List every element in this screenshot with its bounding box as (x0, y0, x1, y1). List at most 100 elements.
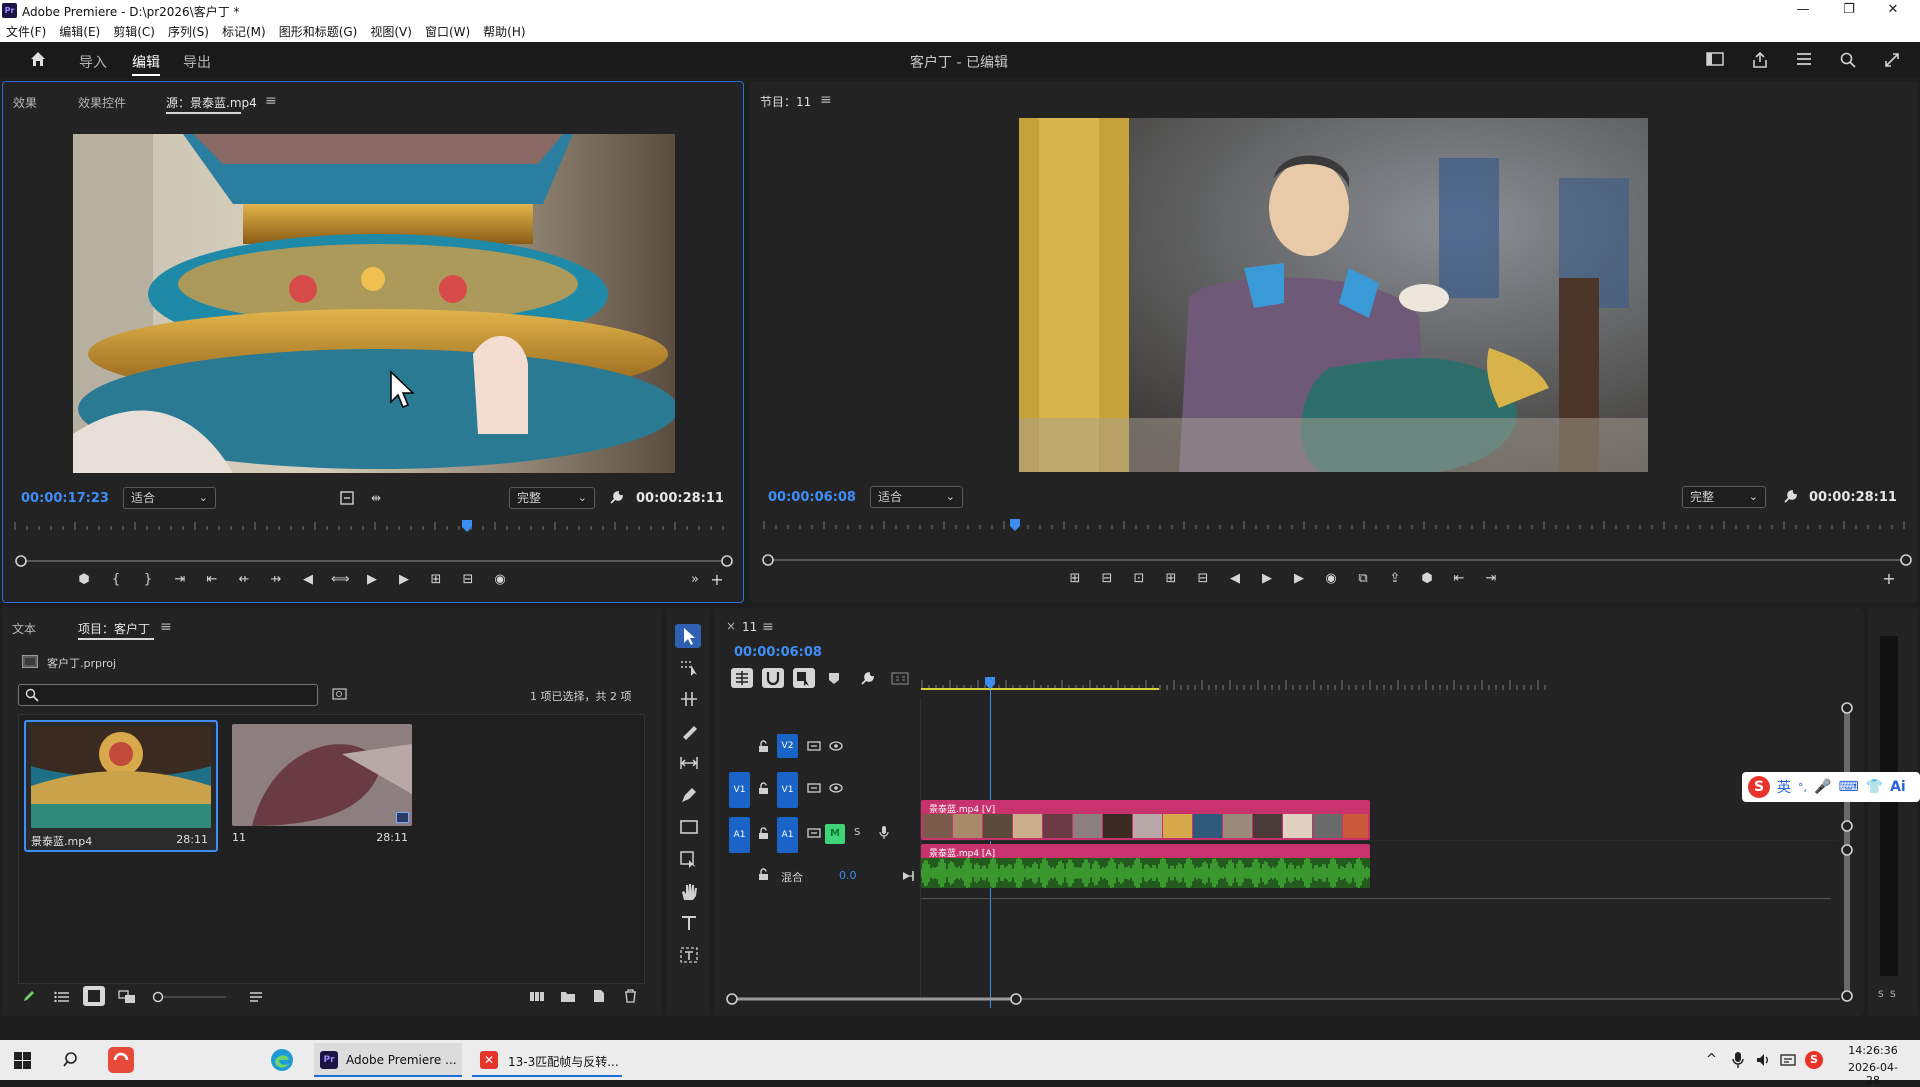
program-panel-title[interactable]: 节目：11 (760, 93, 811, 110)
home-icon[interactable] (29, 50, 47, 68)
mark-out-icon[interactable]: } (139, 572, 157, 587)
timeline-timecode[interactable]: 00:00:06:08 (734, 645, 822, 660)
menu-edit[interactable]: 编辑(E) (59, 23, 100, 40)
project-item-selected[interactable]: 景泰蓝.mp4 28:11 (24, 720, 218, 852)
project-item[interactable]: 11 28:11 (228, 720, 422, 852)
source-zoom-scrollbar[interactable] (15, 554, 733, 568)
search-icon[interactable] (1839, 51, 1859, 69)
linked-selection-icon[interactable] (793, 668, 815, 688)
lock-icon[interactable] (758, 782, 769, 795)
insert-icon[interactable]: ⊞ (1162, 571, 1180, 586)
add-marker-icon[interactable] (828, 672, 840, 685)
menu-sequence[interactable]: 序列(S) (168, 23, 209, 40)
edge-browser-icon[interactable] (270, 1048, 294, 1072)
tab-export[interactable]: 导出 (183, 52, 211, 72)
menu-help[interactable]: 帮助(H) (483, 23, 525, 40)
tab-import[interactable]: 导入 (79, 52, 107, 72)
taskbar-premiere-button[interactable]: Pr Adobe Premiere ... (314, 1043, 462, 1077)
new-bin-icon[interactable] (560, 990, 576, 1003)
share-frame-icon[interactable]: ⇪ (1386, 571, 1404, 586)
tab-text[interactable]: 文本 (12, 620, 36, 637)
tab-project[interactable]: 项目：客户丁 (78, 620, 150, 637)
timeline-vertical-scrollbar[interactable] (1840, 702, 1854, 1002)
taskbar-search-icon[interactable] (63, 1051, 81, 1069)
tray-sogou-icon[interactable]: S (1805, 1051, 1823, 1069)
project-panel-menu-icon[interactable]: ≡ (160, 619, 172, 635)
lock-icon[interactable] (758, 827, 769, 840)
meter-solo-right[interactable]: S (1890, 990, 1896, 1000)
ime-punctuation-toggle[interactable]: °, (1798, 781, 1807, 794)
play-icon[interactable]: ▶ (363, 572, 381, 587)
clear-in-icon[interactable]: ⇥ (171, 572, 189, 587)
tray-network-icon[interactable] (1780, 1052, 1796, 1068)
sort-icon[interactable] (249, 991, 263, 1003)
track-target-v2[interactable]: V2 (777, 734, 798, 758)
step-forward-icon[interactable]: ▶ (1290, 571, 1308, 586)
tab-source[interactable]: 源：景泰蓝.mp4 (166, 94, 257, 111)
tab-edit[interactable]: 编辑 (132, 52, 160, 72)
insert-overwrite-toggle-icon[interactable] (731, 668, 753, 688)
insert-icon[interactable]: ⊞ (427, 572, 445, 587)
slip-tool[interactable] (679, 754, 699, 772)
program-zoom-scrollbar[interactable] (762, 553, 1912, 567)
menu-graphics[interactable]: 图形和标题(G) (279, 23, 358, 40)
meter-solo-left[interactable]: S (1878, 990, 1884, 1000)
overwrite-icon[interactable]: ⊟ (1194, 571, 1212, 586)
ime-language-toggle[interactable]: 英 (1777, 777, 1791, 797)
caption-tool[interactable] (679, 946, 699, 964)
program-panel-menu-icon[interactable]: ≡ (820, 92, 832, 108)
tab-effects[interactable]: 效果 (13, 94, 37, 111)
sync-lock-icon[interactable] (807, 782, 821, 794)
timeline-playhead[interactable] (984, 676, 996, 690)
comparison-view-icon[interactable]: ⧉ (1354, 571, 1372, 586)
captions-icon[interactable] (891, 672, 909, 685)
source-settings-wrench-icon[interactable] (609, 490, 624, 505)
pencil-icon[interactable] (22, 989, 36, 1003)
step-back-edit-icon[interactable]: ⇷ (235, 572, 253, 587)
go-to-out-icon[interactable]: ⇥ (1482, 571, 1500, 586)
new-item-icon[interactable] (592, 989, 606, 1003)
export-frame-small-icon[interactable] (340, 491, 354, 505)
taskbar-clock-time[interactable]: 14:26:36 (1842, 1044, 1904, 1057)
more-controls-icon[interactable]: » (686, 572, 704, 587)
step-back-icon[interactable]: ◀ (299, 572, 317, 587)
video-clip[interactable]: 景泰蓝.mp4 [V] (921, 800, 1370, 840)
source-time-ruler[interactable] (13, 514, 733, 532)
taskbar-app-red-icon[interactable] (108, 1047, 134, 1073)
ripple-edit-tool[interactable] (679, 690, 699, 708)
sogou-logo-icon[interactable]: S (1748, 776, 1770, 798)
share-icon[interactable] (1751, 51, 1771, 69)
snap-icon[interactable] (762, 668, 784, 688)
tray-expand-icon[interactable]: ^ (1706, 1052, 1717, 1067)
add-marker-icon[interactable]: ⬢ (1418, 571, 1436, 586)
ime-ai-button[interactable]: Ai (1890, 779, 1906, 795)
overwrite-icon[interactable]: ⊟ (459, 572, 477, 587)
menu-window[interactable]: 窗口(W) (425, 23, 470, 40)
source-patch-a1[interactable]: A1 (729, 817, 750, 853)
trash-icon[interactable] (624, 989, 637, 1003)
tab-effect-controls[interactable]: 效果控件 (78, 94, 126, 111)
panel-layout-icon[interactable] (1706, 51, 1726, 69)
hand-tool[interactable] (679, 882, 699, 902)
lock-icon[interactable] (758, 868, 769, 881)
lock-icon[interactable] (758, 740, 769, 753)
list-view-icon[interactable] (54, 991, 70, 1003)
new-search-bin-icon[interactable] (332, 687, 348, 701)
source-panel-menu-icon[interactable]: ≡ (265, 93, 277, 109)
taskbar-clock-date[interactable]: 2026-04-28 (1842, 1061, 1904, 1087)
lift-icon[interactable]: ⊞ (1066, 571, 1084, 586)
track-target-a1[interactable]: A1 (777, 817, 798, 853)
track-select-tool[interactable] (679, 659, 699, 677)
export-frame-icon[interactable]: ◉ (1322, 571, 1340, 586)
voiceover-mic-icon[interactable] (879, 825, 889, 840)
track-target-v1[interactable]: V1 (777, 772, 798, 808)
extract-icon[interactable]: ⊟ (1098, 571, 1116, 586)
maximize-button[interactable]: ❐ (1834, 2, 1864, 18)
eye-icon[interactable] (829, 783, 843, 793)
button-editor-plus-icon[interactable]: + (1880, 569, 1898, 588)
mute-track-button[interactable]: M (825, 824, 845, 844)
remix-tool[interactable] (679, 850, 699, 868)
program-timecode[interactable]: 00:00:06:08 (768, 490, 856, 505)
ime-keyboard-icon[interactable]: ⌨ (1838, 779, 1858, 795)
type-tool[interactable] (679, 914, 699, 932)
